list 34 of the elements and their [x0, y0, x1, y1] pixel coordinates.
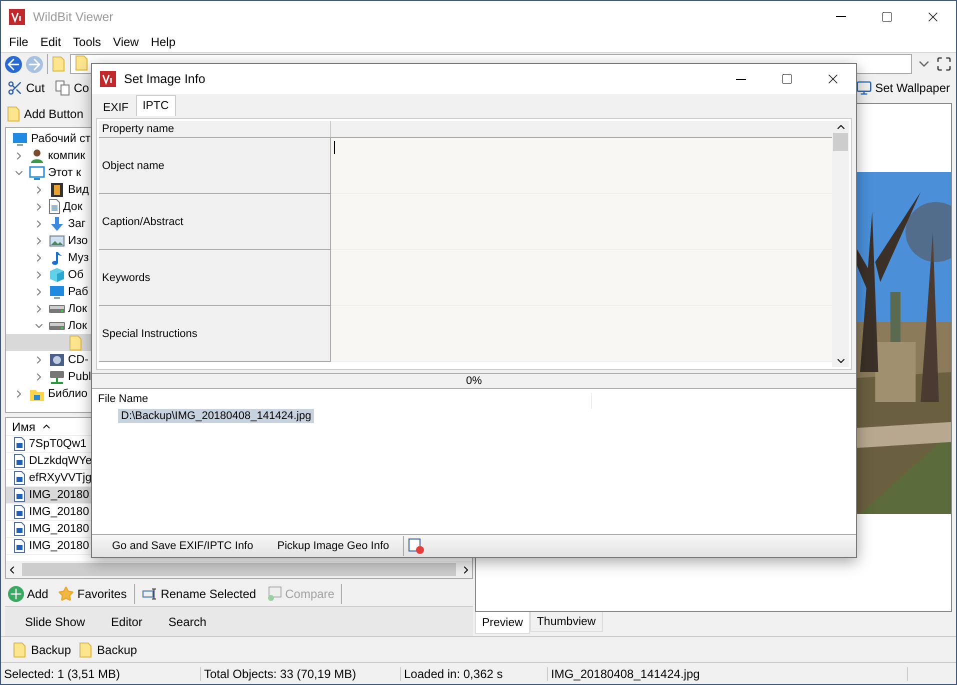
property-name: Special Instructions	[99, 306, 331, 362]
property-name: Keywords	[99, 250, 331, 306]
tree-label: Муз	[68, 252, 89, 264]
file-name: IMG_20180	[29, 506, 90, 518]
tree-label: Об	[68, 268, 84, 280]
file-name: IMG_20180	[29, 489, 90, 501]
tree-label: Док	[63, 200, 82, 212]
tree-label: компик	[48, 150, 86, 162]
property-name: Object name	[99, 138, 331, 194]
file-name: DLzkdqWYe	[29, 455, 92, 467]
file-name: IMG_20180	[29, 540, 90, 552]
tree-label: Лок	[68, 320, 87, 332]
tree-label: Библио	[48, 388, 88, 400]
tree-label: Заг	[68, 218, 86, 230]
window-title: WildBit Viewer	[33, 10, 114, 24]
dialog-title: Set Image Info	[124, 72, 206, 86]
tree-label: Рабочий ст	[31, 132, 90, 144]
property-name: Caption/Abstract	[99, 194, 331, 250]
tree-label: Вид	[68, 184, 89, 196]
column-header: Property name	[99, 121, 331, 137]
status-text: IMG_20180408_141424.jpg	[548, 666, 908, 680]
tree-label: Лок	[68, 302, 87, 314]
tree-label: Раб	[68, 286, 88, 298]
tree-label: CD-	[68, 354, 88, 366]
tree-label: Publ	[68, 370, 92, 382]
tree-label: Этот к	[48, 166, 82, 178]
file-name: IMG_20180	[29, 523, 90, 535]
status-text: Total Objects: 33 (70,19 MB)	[201, 666, 401, 680]
status-text: Selected: 1 (3,51 MB)	[1, 666, 201, 680]
file-name: 7SpT0Qw1	[29, 438, 87, 450]
tree-label: Изо	[68, 234, 88, 246]
status-text: Loaded in: 0,362 s	[401, 666, 548, 680]
file-name: efRXyVVTjg	[29, 472, 92, 484]
progress-text: 0%	[466, 375, 482, 387]
